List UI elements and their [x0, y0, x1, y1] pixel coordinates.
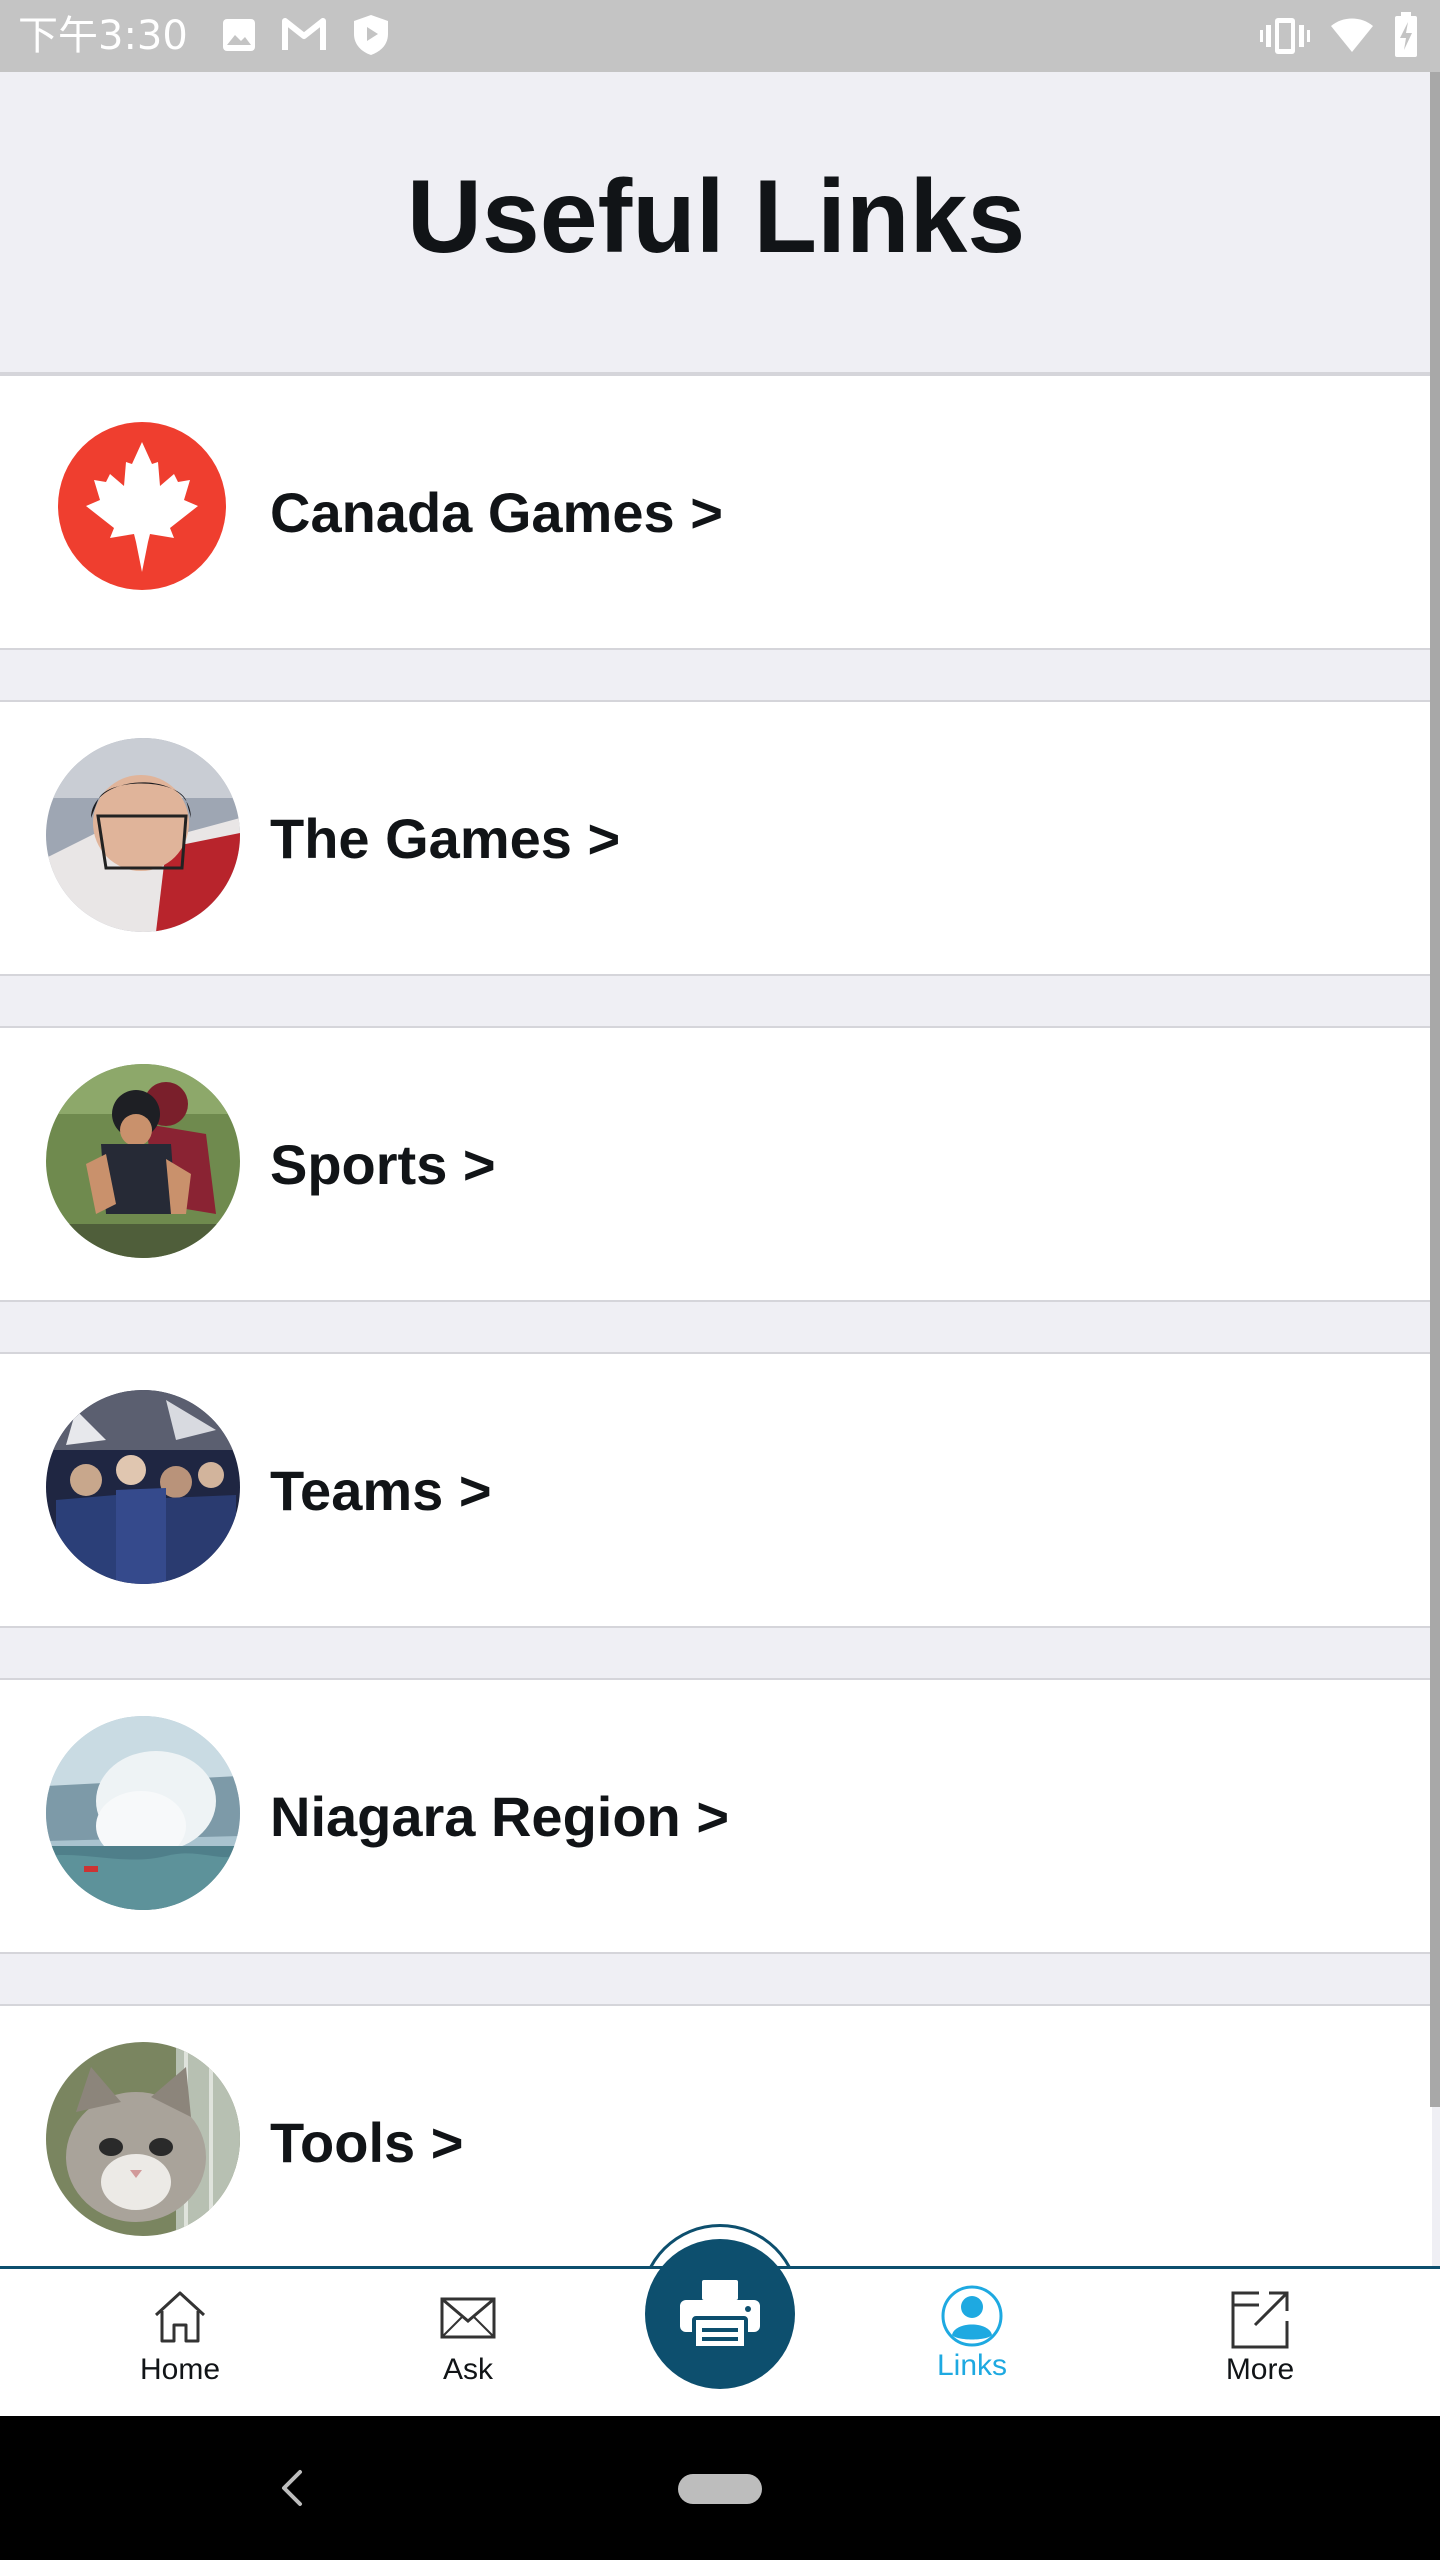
status-time: 下午3:30: [18, 13, 188, 59]
tab-ask[interactable]: Ask: [353, 2269, 583, 2419]
image-icon: [223, 19, 255, 51]
tab-label: Ask: [442, 2353, 493, 2386]
list-item-label: Teams >: [270, 1458, 492, 1522]
envelope-icon: [440, 2297, 496, 2339]
kitten-photo: [46, 2042, 240, 2236]
wifi-icon: [1331, 18, 1373, 52]
list-item-label: Canada Games >: [270, 480, 723, 544]
page-title: Useful Links: [406, 158, 1026, 275]
list-item-the-games[interactable]: The Games >: [0, 700, 1432, 976]
vibrate-icon: [1260, 18, 1310, 54]
hockey-player-photo: [46, 738, 240, 932]
waterfall-photo: [46, 1716, 240, 1910]
home-pill-button[interactable]: [678, 2474, 762, 2504]
cyclist-photo: [46, 1064, 240, 1258]
list-item-sports[interactable]: Sports >: [0, 1026, 1432, 1302]
person-icon: [941, 2285, 1003, 2347]
tab-label: Links: [936, 2349, 1008, 2382]
external-link-icon: [1231, 2291, 1289, 2349]
tab-links[interactable]: Links: [857, 2269, 1087, 2419]
maple-leaf-icon: [58, 422, 226, 590]
list-item-label: Sports >: [270, 1132, 496, 1196]
home-icon: [154, 2291, 206, 2343]
team-crowd-photo: [46, 1390, 240, 1584]
list-item-teams[interactable]: Teams >: [0, 1352, 1432, 1628]
tab-home[interactable]: Home: [65, 2269, 295, 2419]
battery-icon: [1395, 12, 1417, 57]
scrollbar[interactable]: [1430, 72, 1440, 2107]
status-bar: 下午3:30: [0, 0, 1440, 72]
gmail-icon: [282, 18, 326, 50]
list-item-label: The Games >: [270, 806, 621, 870]
tab-more[interactable]: More: [1145, 2269, 1375, 2419]
page-header: Useful Links: [0, 72, 1432, 374]
list-item-label: Tools >: [270, 2110, 464, 2174]
list-item-canada-games[interactable]: Canada Games >: [0, 374, 1432, 650]
back-icon[interactable]: [278, 2468, 306, 2508]
shield-play-icon: [354, 15, 388, 55]
printer-icon: [680, 2280, 760, 2350]
tab-label: Home: [139, 2353, 221, 2386]
list-item-label: Niagara Region >: [270, 1784, 730, 1848]
print-fab-button[interactable]: [645, 2239, 795, 2389]
tab-label: More: [1225, 2353, 1295, 2386]
list-item-niagara-region[interactable]: Niagara Region >: [0, 1678, 1432, 1954]
